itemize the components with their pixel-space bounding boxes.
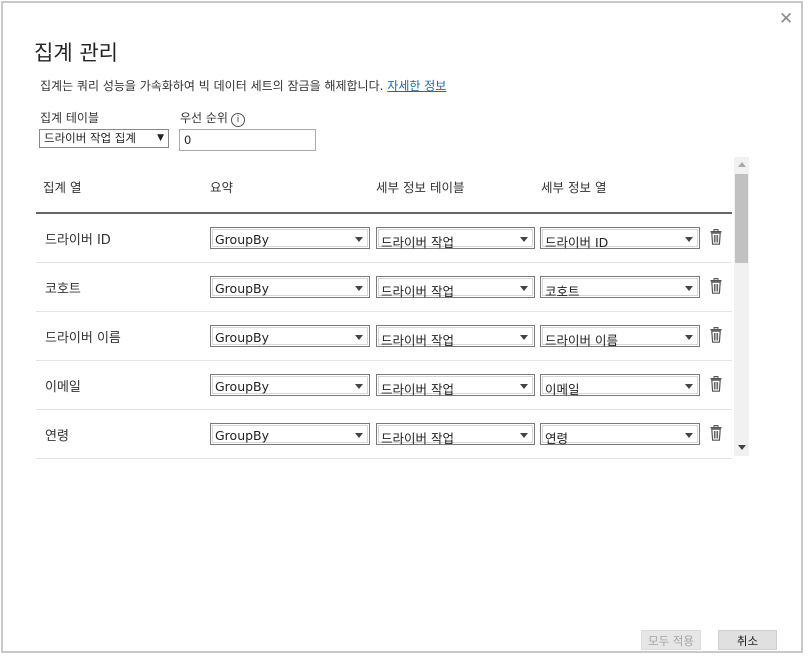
summarization-dropdown[interactable]: GroupBy (210, 374, 370, 396)
dropdown-value: GroupBy (215, 428, 270, 443)
dropdown-value: 연령 (545, 431, 569, 446)
trash-icon[interactable] (710, 376, 722, 392)
priority-label: 우선 순위 (180, 111, 228, 125)
dropdown-inner: GroupBy (212, 376, 368, 394)
detail-table-dropdown[interactable]: 드라이버 작업 (376, 374, 535, 397)
chevron-down-icon (355, 384, 363, 389)
summarization-dropdown[interactable]: GroupBy (210, 227, 370, 249)
dropdown-inner: 드라이버 ID (542, 229, 698, 250)
row-column-name: 드라이버 이름 (45, 331, 121, 346)
row-column-name: 코호트 (45, 282, 81, 297)
chevron-down-icon (685, 384, 693, 389)
scroll-down-icon[interactable] (738, 445, 746, 450)
chevron-down-icon (520, 237, 528, 242)
dropdown-inner: 이메일 (542, 376, 698, 397)
summarization-dropdown[interactable]: GroupBy (210, 325, 370, 347)
dialog-description: 집계는 쿼리 성능을 가속화하여 빅 데이터 세트의 잠금을 해제합니다. 자세… (40, 77, 446, 94)
trash-icon[interactable] (710, 425, 722, 441)
detail-table-dropdown[interactable]: 드라이버 작업 (376, 227, 535, 250)
detail-table-dropdown[interactable]: 드라이버 작업 (376, 325, 535, 348)
dropdown-value: 코호트 (545, 284, 580, 299)
chevron-down-icon (520, 433, 528, 438)
description-text: 집계는 쿼리 성능을 가속화하여 빅 데이터 세트의 잠금을 해제합니다. (40, 79, 384, 93)
row-column-name: 드라이버 ID (45, 233, 111, 248)
dropdown-inner: 드라이버 작업 (378, 278, 533, 299)
summarization-dropdown[interactable]: GroupBy (210, 276, 370, 298)
table-row: 연령 GroupBy 드라이버 작업 연령 (36, 410, 732, 459)
learn-more-link[interactable]: 자세한 정보 (387, 79, 446, 93)
chevron-down-icon (355, 335, 363, 340)
cancel-button[interactable]: 취소 (718, 630, 777, 650)
detail-column-dropdown[interactable]: 이메일 (540, 374, 700, 397)
aggregation-table-value: 드라이버 작업 집계 (44, 131, 136, 145)
dropdown-inner: 드라이버 작업 (378, 425, 533, 446)
dropdown-value: GroupBy (215, 330, 270, 345)
chevron-down-icon (520, 335, 528, 340)
trash-icon[interactable] (710, 327, 722, 343)
detail-column-dropdown[interactable]: 코호트 (540, 276, 700, 299)
manage-aggregations-dialog: ✕ 집계 관리 집계는 쿼리 성능을 가속화하여 빅 데이터 세트의 잠금을 해… (1, 1, 803, 653)
column-header-detail-table: 세부 정보 테이블 (376, 180, 465, 195)
dropdown-inner: GroupBy (212, 327, 368, 345)
chevron-down-icon (355, 237, 363, 242)
dialog-title: 집계 관리 (34, 41, 118, 65)
dropdown-value: GroupBy (215, 281, 270, 296)
dropdown-value: 드라이버 작업 (381, 284, 454, 299)
dropdown-inner: 드라이버 이름 (542, 327, 698, 348)
detail-table-dropdown[interactable]: 드라이버 작업 (376, 276, 535, 299)
chevron-down-icon (685, 286, 693, 291)
row-column-name: 이메일 (45, 380, 81, 395)
aggregation-table-select[interactable]: 드라이버 작업 집계 ▼ (39, 129, 169, 148)
dropdown-inner: GroupBy (212, 425, 368, 443)
dropdown-value: 드라이버 ID (545, 235, 609, 250)
dropdown-value: 드라이버 작업 (381, 333, 454, 348)
dropdown-inner: 드라이버 작업 (378, 376, 533, 397)
chevron-down-icon (355, 433, 363, 438)
chevron-down-icon (685, 433, 693, 438)
column-header-summarization: 요약 (210, 180, 234, 195)
scroll-up-icon[interactable] (738, 162, 746, 167)
dropdown-inner: GroupBy (212, 278, 368, 296)
column-header-agg-column: 집계 열 (43, 180, 82, 195)
detail-column-dropdown[interactable]: 드라이버 이름 (540, 325, 700, 348)
dropdown-value: 드라이버 작업 (381, 431, 454, 446)
trash-icon[interactable] (710, 278, 722, 294)
dropdown-inner: 연령 (542, 425, 698, 446)
dropdown-value: 이메일 (545, 382, 580, 397)
chevron-down-icon (355, 286, 363, 291)
dropdown-value: GroupBy (215, 379, 270, 394)
info-icon[interactable]: i (230, 113, 245, 127)
dropdown-inner: 드라이버 작업 (378, 229, 533, 250)
trash-icon[interactable] (710, 229, 722, 245)
chevron-down-icon (520, 286, 528, 291)
table-row: 코호트 GroupBy 드라이버 작업 코호트 (36, 263, 732, 312)
table-row: 드라이버 ID GroupBy 드라이버 작업 드라이버 ID (36, 214, 732, 263)
dropdown-inner: 드라이버 작업 (378, 327, 533, 348)
chevron-down-icon: ▼ (157, 133, 164, 143)
chevron-down-icon (685, 237, 693, 242)
chevron-down-icon (520, 384, 528, 389)
dropdown-value: 드라이버 작업 (381, 382, 454, 397)
table-row: 드라이버 이름 GroupBy 드라이버 작업 드라이버 이름 (36, 312, 732, 361)
dropdown-inner: GroupBy (212, 229, 368, 247)
dropdown-value: 드라이버 작업 (381, 235, 454, 250)
close-icon[interactable]: ✕ (779, 11, 793, 28)
dropdown-value: GroupBy (215, 232, 270, 247)
priority-label-wrap: 우선 순위 i (180, 109, 245, 127)
summarization-dropdown[interactable]: GroupBy (210, 423, 370, 445)
apply-all-button[interactable]: 모두 적용 (641, 630, 701, 650)
chevron-down-icon (685, 335, 693, 340)
column-header-detail-column: 세부 정보 열 (541, 180, 607, 195)
aggregation-table-label: 집계 테이블 (40, 111, 100, 125)
vertical-scrollbar[interactable] (734, 157, 749, 456)
priority-input[interactable] (179, 129, 316, 151)
detail-column-dropdown[interactable]: 연령 (540, 423, 700, 446)
detail-column-dropdown[interactable]: 드라이버 ID (540, 227, 700, 250)
scroll-thumb[interactable] (735, 174, 748, 263)
dropdown-inner: 코호트 (542, 278, 698, 299)
detail-table-dropdown[interactable]: 드라이버 작업 (376, 423, 535, 446)
table-row: 이메일 GroupBy 드라이버 작업 이메일 (36, 361, 732, 410)
row-column-name: 연령 (45, 429, 69, 444)
dropdown-value: 드라이버 이름 (545, 333, 618, 348)
